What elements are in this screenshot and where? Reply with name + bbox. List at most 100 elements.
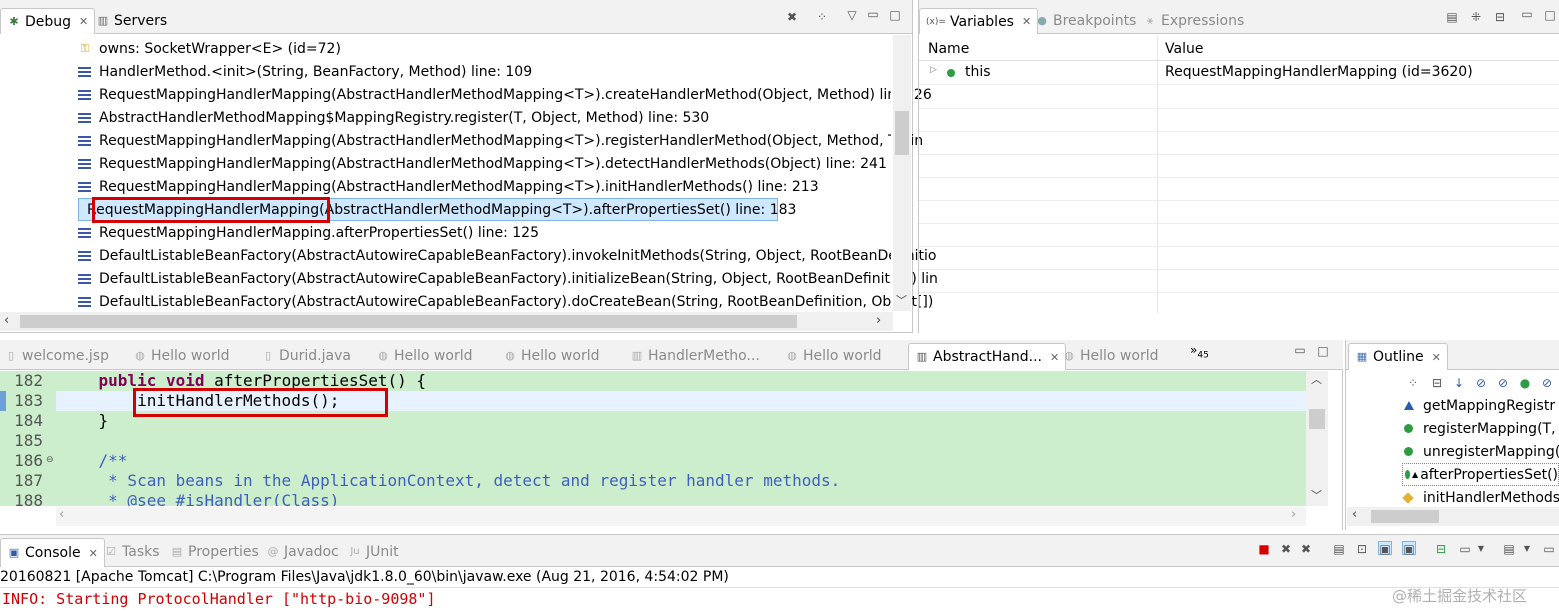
close-icon[interactable]: ✕: [79, 15, 88, 28]
fold-icon[interactable]: ⊖: [46, 455, 54, 465]
editor-tab[interactable]: ▯ Durid.java: [261, 343, 351, 369]
scrollbar-thumb[interactable]: [895, 111, 909, 155]
maximize-icon[interactable]: □: [888, 8, 902, 22]
horizontal-scrollbar[interactable]: ‹ ›: [0, 312, 893, 331]
minimize-icon[interactable]: ▭: [866, 7, 880, 21]
clear-console-icon[interactable]: ▤: [1332, 542, 1346, 556]
sync-icon[interactable]: ⁘: [1406, 376, 1420, 390]
remove-all-terminated-icon[interactable]: ✖: [1299, 542, 1313, 556]
tab-outline[interactable]: ▦ Outline ✕: [1348, 343, 1448, 370]
code-area[interactable]: 182 183 184 185 186 ⊖ 187 188 public voi…: [0, 371, 1306, 506]
editor-tab-active[interactable]: ▥ AbstractHand... ✕: [908, 343, 1067, 370]
hide-fields-icon[interactable]: ⊘: [1474, 376, 1488, 390]
close-icon[interactable]: ✕: [89, 547, 98, 560]
open-console-icon[interactable]: ▤: [1502, 542, 1516, 556]
chevron-down-icon[interactable]: ▽: [845, 8, 859, 22]
vertical-scrollbar[interactable]: ︿ ﹀: [1306, 371, 1328, 506]
chevron-down-icon[interactable]: ▼: [1520, 542, 1534, 556]
hide-local-types-icon[interactable]: ⊘: [1540, 376, 1554, 390]
scroll-left-icon[interactable]: ‹: [1352, 507, 1357, 522]
show-type-names-icon[interactable]: ▤: [1445, 10, 1459, 24]
scrollbar-thumb[interactable]: [1371, 510, 1439, 523]
list-item[interactable]: RequestMappingHandlerMapping(AbstractHan…: [78, 83, 932, 106]
scroll-right-icon[interactable]: ›: [1291, 507, 1296, 522]
list-item[interactable]: DefaultListableBeanFactory(AbstractAutow…: [78, 244, 936, 267]
editor-tab[interactable]: ▯ welcome.jsp: [4, 343, 109, 369]
show-on-stdout-icon[interactable]: ▣: [1378, 541, 1392, 556]
minimize-icon[interactable]: ▭: [1542, 542, 1556, 556]
outline-hscrollbar[interactable]: ‹: [1347, 507, 1559, 526]
display-console-icon[interactable]: ▭: [1458, 542, 1472, 556]
editor-tab[interactable]: ◍ Hello world: [503, 343, 599, 369]
maximize-icon[interactable]: □: [1316, 344, 1330, 358]
tab-overflow[interactable]: »45: [1190, 343, 1209, 360]
scrollbar-thumb[interactable]: [20, 315, 797, 328]
pin-console-icon[interactable]: ⊟: [1434, 542, 1448, 556]
outline-item[interactable]: getMappingRegistr: [1404, 394, 1555, 417]
scrollbar-thumb[interactable]: [1309, 409, 1325, 429]
show-on-stderr-icon[interactable]: ▣: [1402, 541, 1416, 556]
minimize-icon[interactable]: ▭: [1520, 7, 1534, 21]
column-header-name[interactable]: Name: [928, 41, 969, 57]
vertical-scrollbar[interactable]: ﹀: [893, 35, 911, 311]
outline-item[interactable]: initHandlerMethods: [1402, 486, 1559, 509]
remove-launch-icon[interactable]: ✖: [1279, 542, 1293, 556]
tab-console[interactable]: ▣ Console ✕: [0, 538, 105, 567]
terminate-icon[interactable]: ■: [1257, 542, 1271, 556]
remove-terminated-icon[interactable]: ✖: [785, 10, 799, 24]
hide-nonpublic-icon[interactable]: ●: [1518, 376, 1532, 390]
tab-junit[interactable]: Ju JUnit: [348, 539, 398, 565]
outline-item[interactable]: unregisterMapping(: [1404, 440, 1559, 463]
scroll-right-icon[interactable]: ›: [876, 313, 881, 328]
view-menu-icon[interactable]: ⁘: [815, 10, 829, 24]
list-item[interactable]: ⚿ owns: SocketWrapper<E> (id=72): [78, 37, 341, 60]
list-item[interactable]: RequestMappingHandlerMapping(AbstractHan…: [78, 129, 923, 152]
editor-tab[interactable]: ◍ Hello world: [1062, 343, 1158, 369]
table-row[interactable]: ▷ this RequestMappingHandlerMapping (id=…: [919, 62, 1559, 85]
close-icon[interactable]: ✕: [1022, 15, 1031, 28]
frame-label: DefaultListableBeanFactory(AbstractAutow…: [99, 293, 934, 310]
close-icon[interactable]: ✕: [1432, 351, 1441, 364]
scroll-left-icon[interactable]: ‹: [4, 313, 9, 328]
sort-icon[interactable]: ↓: [1452, 376, 1466, 390]
minimize-icon[interactable]: ▭: [1293, 343, 1307, 357]
tab-variables[interactable]: (x)= Variables ✕: [919, 8, 1039, 34]
column-header-value[interactable]: Value: [1165, 41, 1203, 57]
show-logical-structure-icon[interactable]: ⁜: [1469, 10, 1483, 24]
outline-item-selected[interactable]: ▲ afterPropertiesSet(): [1402, 463, 1559, 486]
close-icon[interactable]: ✕: [1050, 351, 1059, 364]
list-item[interactable]: RequestMappingHandlerMapping.afterProper…: [78, 221, 539, 244]
scroll-down-icon[interactable]: ﹀: [1311, 487, 1322, 503]
expand-icon[interactable]: ▷: [930, 65, 937, 75]
console-output[interactable]: INFO: Starting ProtocolHandler ["http-bi…: [0, 587, 1559, 611]
scroll-down-icon[interactable]: ﹀: [896, 292, 907, 308]
outline-item[interactable]: registerMapping(T,: [1404, 417, 1556, 440]
scroll-lock-icon[interactable]: ⊡: [1355, 542, 1369, 556]
tab-breakpoints[interactable]: ● Breakpoints: [1035, 8, 1136, 34]
list-item[interactable]: RequestMappingHandlerMapping(AbstractHan…: [78, 175, 819, 198]
list-item[interactable]: DefaultListableBeanFactory(AbstractAutow…: [78, 267, 938, 290]
list-item[interactable]: HandlerMethod.<init>(String, BeanFactory…: [78, 60, 532, 83]
editor-tab[interactable]: ◍ Hello world: [133, 343, 229, 369]
tab-servers[interactable]: ▥ Servers: [96, 8, 167, 34]
scroll-up-icon[interactable]: ︿: [1311, 371, 1322, 387]
editor-tab[interactable]: ◍ Hello world: [376, 343, 472, 369]
tab-expressions[interactable]: ⚹ Expressions: [1143, 8, 1245, 34]
editor-tab[interactable]: ◍ Hello world: [785, 343, 881, 369]
list-item[interactable]: RequestMappingHandlerMapping(AbstractHan…: [78, 152, 887, 175]
tab-javadoc[interactable]: @ Javadoc: [266, 539, 339, 565]
horizontal-scrollbar[interactable]: ‹ ›: [56, 507, 1306, 526]
tab-properties[interactable]: ▤ Properties: [170, 539, 259, 565]
list-item[interactable]: DefaultListableBeanFactory(AbstractAutow…: [78, 290, 933, 313]
editor-tab[interactable]: ▥ HandlerMetho...: [630, 343, 760, 369]
list-item[interactable]: AbstractHandlerMethodMapping$MappingRegi…: [78, 106, 709, 129]
collapse-all-icon[interactable]: ⊟: [1493, 10, 1507, 24]
tab-debug[interactable]: ✱ Debug ✕: [0, 8, 96, 34]
maximize-icon[interactable]: □: [1543, 8, 1557, 22]
hide-static-icon[interactable]: ⊘: [1496, 376, 1510, 390]
collapse-all-icon[interactable]: ⊟: [1430, 376, 1444, 390]
chevron-down-icon[interactable]: ▼: [1474, 542, 1488, 556]
highlight-box: [133, 388, 388, 417]
scroll-left-icon[interactable]: ‹: [59, 507, 64, 522]
tab-tasks[interactable]: ☑ Tasks: [104, 539, 159, 565]
